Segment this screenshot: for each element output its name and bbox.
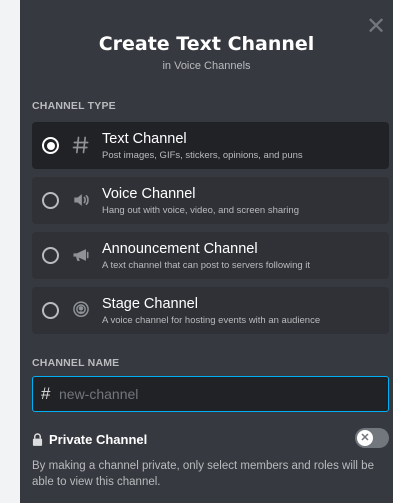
private-channel-toggle[interactable]: ✕ [355, 428, 389, 448]
radio-selected[interactable] [42, 137, 59, 154]
modal-subtitle: in Voice Channels [162, 60, 251, 72]
modal-title: Create Text Channel [98, 33, 315, 55]
private-channel-row: Private Channel [32, 430, 147, 448]
option-description: Hang out with voice, video, and screen s… [102, 205, 299, 216]
option-description: A voice channel for hosting events with … [102, 315, 321, 326]
hash-icon [70, 134, 92, 156]
channel-name-label: CHANNEL NAME [32, 357, 120, 369]
channel-name-field[interactable]: # [32, 376, 389, 412]
create-channel-modal: ✕ Create Text Channel in Voice Channels … [20, 0, 393, 503]
toggle-off-icon: ✕ [357, 430, 373, 446]
option-title: Stage Channel [102, 296, 198, 312]
radio-unselected[interactable] [42, 302, 59, 319]
option-description: Post images, GIFs, stickers, opinions, a… [102, 150, 303, 161]
channel-type-label: CHANNEL TYPE [32, 100, 116, 112]
stage-icon [70, 299, 92, 321]
megaphone-icon [70, 244, 92, 266]
option-title: Voice Channel [102, 186, 196, 202]
hash-prefix-icon: # [41, 384, 51, 403]
private-channel-description: By making a channel private, only select… [32, 460, 374, 488]
speaker-icon [70, 189, 92, 211]
radio-unselected[interactable] [42, 192, 59, 209]
private-channel-label: Private Channel [49, 431, 148, 447]
option-title: Text Channel [102, 131, 187, 147]
radio-unselected[interactable] [42, 247, 59, 264]
channel-type-voice[interactable]: Voice Channel Hang out with voice, video… [32, 177, 389, 224]
lock-icon [32, 432, 43, 446]
channel-type-stage[interactable]: Stage Channel A voice channel for hostin… [32, 287, 389, 334]
option-description: A text channel that can post to servers … [102, 260, 311, 271]
channel-name-input[interactable] [59, 381, 379, 407]
channel-type-text[interactable]: Text Channel Post images, GIFs, stickers… [32, 122, 389, 169]
option-title: Announcement Channel [102, 241, 258, 257]
channel-type-announcement[interactable]: Announcement Channel A text channel that… [32, 232, 389, 279]
